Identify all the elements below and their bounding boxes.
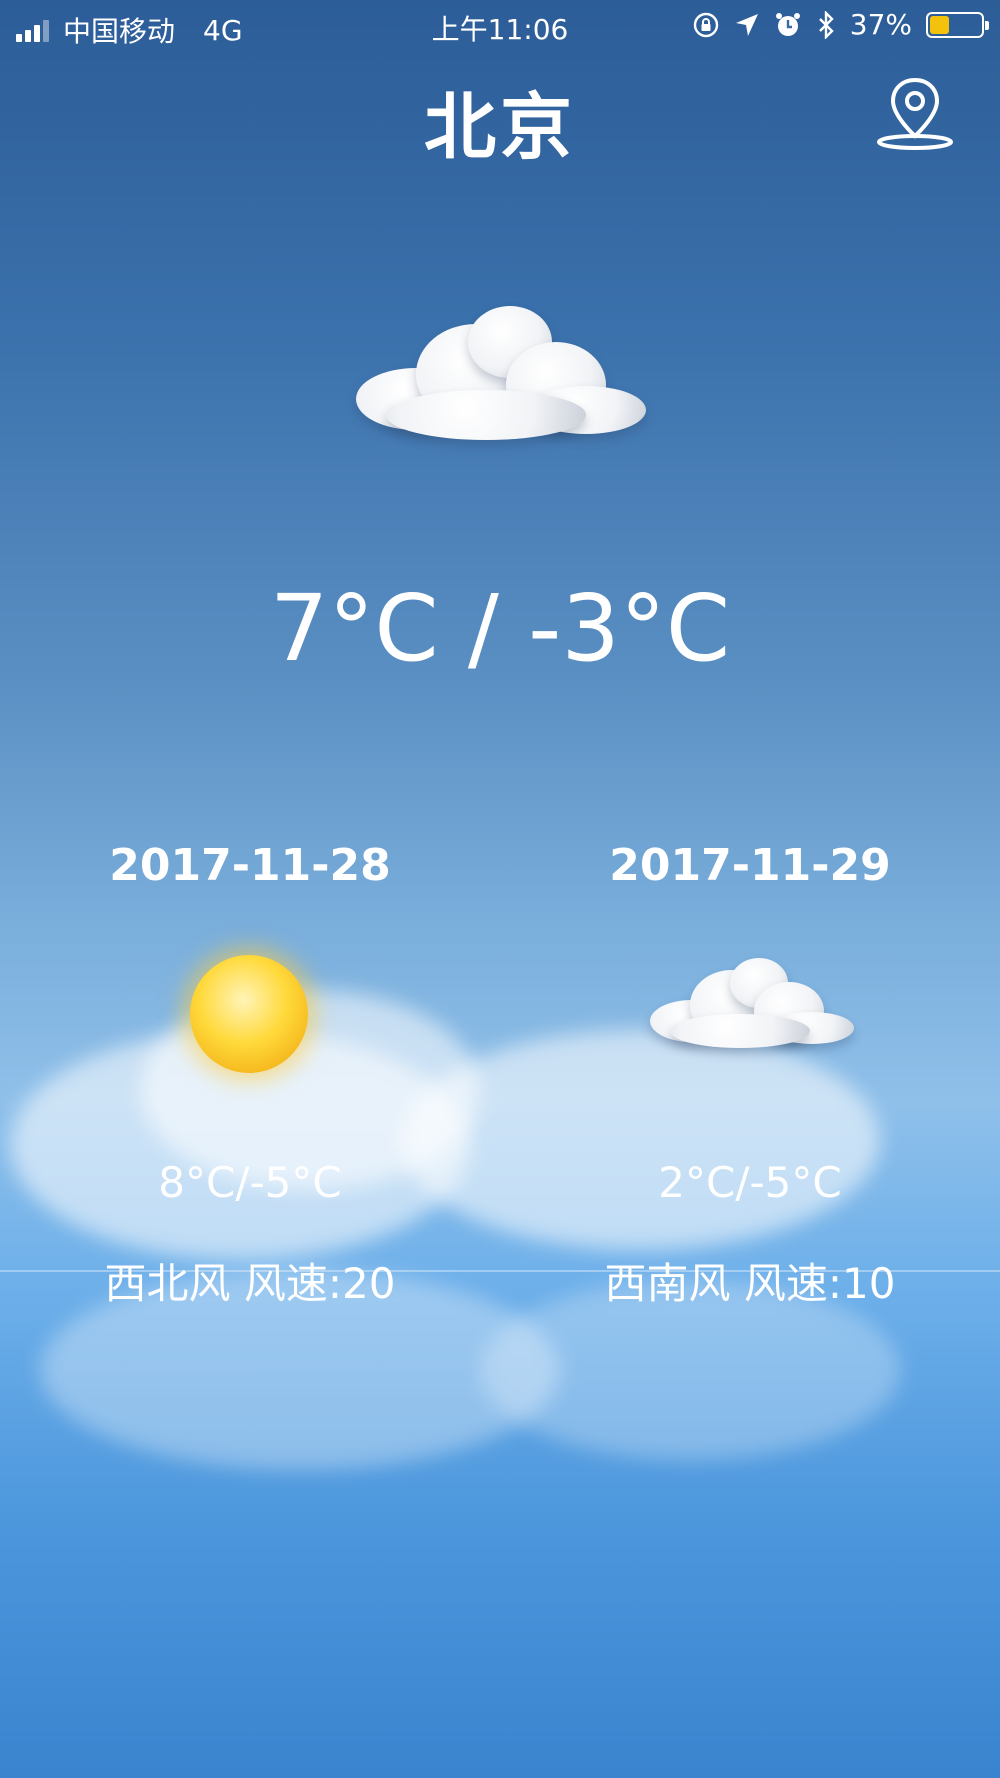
battery-level	[930, 15, 949, 34]
battery-icon	[926, 11, 989, 38]
forecast-wind: 西南风 风速:10	[604, 1259, 896, 1308]
city-title: 北京	[423, 85, 576, 169]
orientation-lock-icon	[693, 12, 718, 37]
cloudy-icon	[650, 958, 854, 1058]
status-bar: 中国移动 4G 上午11:06 37%	[0, 0, 1000, 56]
alarm-icon	[775, 12, 800, 36]
forecast-date: 2017-11-28	[109, 840, 391, 891]
forecast-day-1[interactable]: 2017-11-28	[0, 840, 500, 891]
battery-percent: 37%	[849, 8, 912, 41]
bluetooth-icon	[818, 10, 834, 39]
backdrop-cloud	[400, 1030, 880, 1250]
forecast-date: 2017-11-29	[609, 840, 891, 891]
sunny-icon	[190, 955, 308, 1073]
forecast-temperature-range: 2°C/-5°C	[658, 1158, 842, 1207]
forecast-day-2[interactable]: 2017-11-29	[500, 840, 1000, 891]
status-bar-right: 37%	[692, 8, 989, 41]
forecast-wind: 西北风 风速:20	[104, 1259, 396, 1308]
location-arrow-icon	[735, 13, 758, 36]
map-pin-icon	[877, 77, 953, 150]
today-temperature: 7°C / -3°C	[269, 575, 731, 682]
today-weather-cloudy-icon	[356, 306, 646, 456]
location-button[interactable]	[876, 74, 954, 152]
forecast-temperature-range: 8°C/-5°C	[158, 1158, 342, 1207]
